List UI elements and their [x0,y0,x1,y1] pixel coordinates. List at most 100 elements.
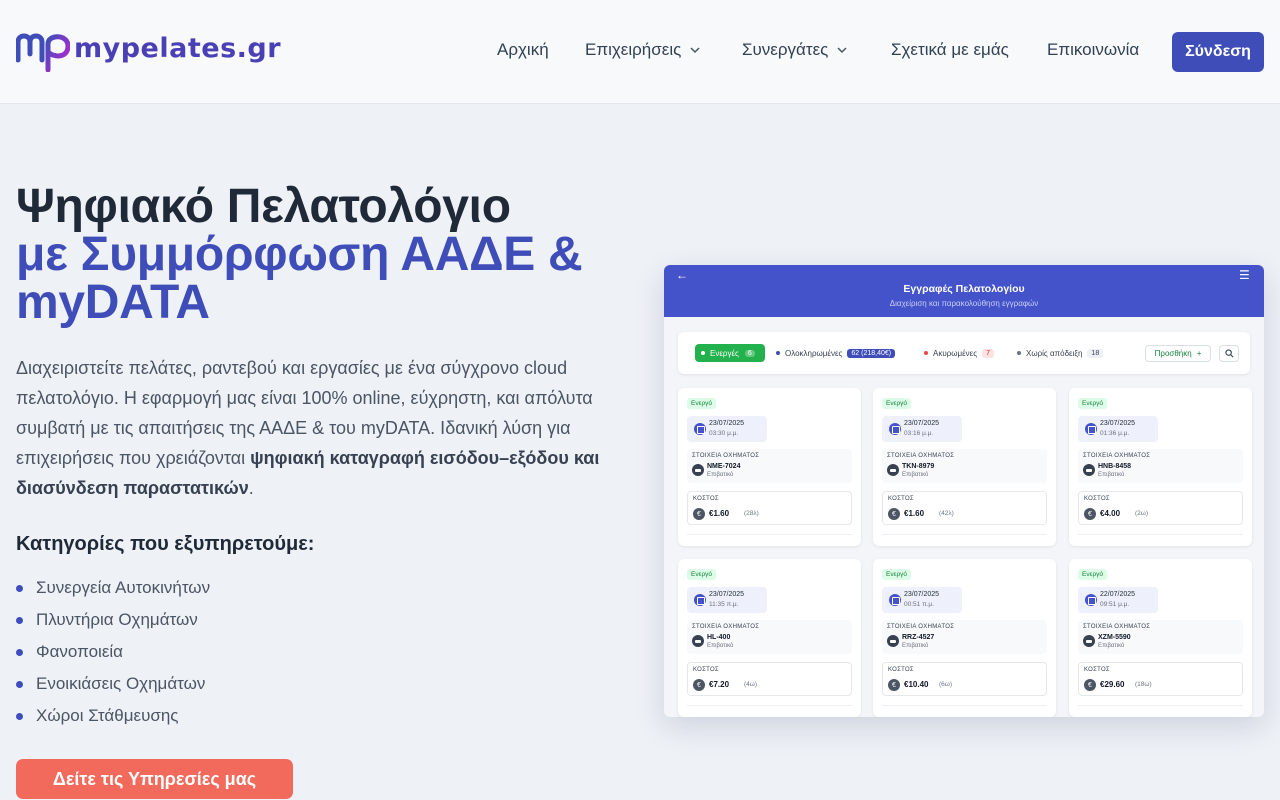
category-label: Ενοικιάσεις Οχημάτων [36,674,206,693]
logo-mark-icon [16,33,70,72]
site-logo[interactable]: mypelates.gr [16,30,281,72]
category-item: Φανοποιεία [16,636,210,668]
plate-number: RRZ-4527 [902,634,935,641]
vehicle-type: Επιβατικό [902,472,929,478]
dot-icon [924,351,928,355]
calendar-icon [1085,594,1097,606]
vehicle-type: Επιβατικό [902,643,929,649]
vehicle-info: ΣΤΟΙΧΕΙΑ ΟΧΗΜΑΤΟΣ HL-400 Επιβατικό [687,620,852,654]
car-icon [1083,464,1095,476]
filter-tab-completed: Ολοκληρωμένες 62 (218,40€) [776,344,896,362]
vehicle-info: ΣΤΟΙΧΕΙΑ ΟΧΗΜΑΤΟΣ XZM-5590 Επιβατικό [1078,620,1243,654]
nav-item-label: Αρχική [497,40,549,59]
record-card: Ενεργό 23/07/2025 03:16 μ.μ. ΣΤΟΙΧΕΙΑ ΟΧΗ… [873,388,1056,546]
mockup-header: ← Εγγραφές Πελατολογίου Διαχείριση και π… [664,265,1264,317]
record-card: Ενεργό 23/07/2025 01:36 μ.μ. ΣΤΟΙΧΕΙΑ ΟΧΗ… [1069,388,1252,546]
nav-item-label: Επιχειρήσεις [585,40,682,59]
date-text: 23/07/2025 [904,591,940,598]
nav-item-contact[interactable]: Επικοινωνία [1047,40,1139,60]
filter-label: Χωρίς απόδειξη [1026,348,1083,358]
dot-icon [776,351,780,355]
plate-number: NME-7024 [707,463,741,470]
euro-icon: € [1084,508,1096,520]
nav-item-businesses[interactable]: Επιχειρήσεις [585,40,701,60]
vehicle-heading: ΣΤΟΙΧΕΙΑ ΟΧΗΜΑΤΟΣ [692,624,760,630]
euro-icon: € [693,508,705,520]
bullet-icon [16,584,23,592]
cost-amount: €1.60 [709,509,730,518]
nav-item-partners[interactable]: Συνεργάτες [742,40,848,60]
plate-number: XZM-5590 [1098,634,1131,641]
status-badge: Ενεργό [882,569,912,580]
category-item: Ενοικιάσεις Οχημάτων [16,668,210,700]
vehicle-info: ΣΤΟΙΧΕΙΑ ΟΧΗΜΑΤΟΣ HNB-8458 Επιβατικό [1078,449,1243,483]
calendar-icon [1085,423,1097,435]
divider [882,705,1047,706]
calendar-icon [694,594,706,606]
vehicle-heading: ΣΤΟΙΧΕΙΑ ΟΧΗΜΑΤΟΣ [1083,453,1151,459]
vehicle-type: Επιβατικό [707,472,734,478]
car-icon [887,464,899,476]
services-cta-button[interactable]: Δείτε τις Υπηρεσίες μας [16,759,293,799]
vehicle-heading: ΣΤΟΙΧΕΙΑ ΟΧΗΜΑΤΟΣ [887,624,955,630]
date-text: 23/07/2025 [1100,420,1136,427]
euro-icon: € [1084,679,1096,691]
duration-text: (28λ) [744,510,759,517]
record-date: 23/07/2025 00:51 π.μ. [882,587,962,613]
car-icon [887,635,899,647]
category-item: Πλυντήρια Οχημάτων [16,604,210,636]
nav-item-about[interactable]: Σχετικά με εμάς [891,40,1009,60]
divider [882,534,1047,535]
filter-label: Ολοκληρωμένες [785,348,843,358]
mockup-subtitle: Διαχείριση και παρακολούθηση εγγραφών [889,299,1039,308]
cost-info: ΚΟΣΤΟΣ € €4.00 (2ω) [1078,491,1243,525]
nav-item-label: Σχετικά με εμάς [891,40,1009,59]
cost-info: ΚΟΣΤΟΣ € €10.40 (6ω) [882,662,1047,696]
category-item: Συνεργεία Αυτοκινήτων [16,572,210,604]
filter-tab-active: Ενεργές 6 [695,344,765,362]
add-record-button: Προσθήκη + [1145,345,1211,362]
plate-number: TKN-8979 [902,463,935,470]
nav-item-home[interactable]: Αρχική [497,40,549,60]
nav-item-label: Συνεργάτες [742,40,829,59]
filter-count: 18 [1087,348,1104,358]
time-text: 09:51 μ.μ. [1100,601,1130,608]
record-date: 23/07/2025 03:16 μ.μ. [882,416,962,442]
filter-bar: Ενεργές 6 Ολοκληρωμένες 62 (218,40€) Ακυ… [678,332,1250,374]
cost-heading: ΚΟΣΤΟΣ [888,667,914,673]
bullet-icon [16,712,23,720]
search-button [1219,345,1239,362]
site-header: mypelates.gr Αρχική Επιχειρήσεις Συνεργά… [0,0,1280,104]
login-button[interactable]: Σύνδεση [1172,32,1264,72]
cost-heading: ΚΟΣΤΟΣ [693,667,719,673]
cost-amount: €4.00 [1100,509,1121,518]
vehicle-heading: ΣΤΟΙΧΕΙΑ ΟΧΗΜΑΤΟΣ [692,453,760,459]
record-date: 23/07/2025 01:36 μ.μ. [1078,416,1158,442]
record-card: Ενεργό 23/07/2025 03:30 μ.μ. ΣΤΟΙΧΕΙΑ ΟΧΗ… [678,388,861,546]
categories-list: Συνεργεία Αυτοκινήτων Πλυντήρια Οχημάτων… [16,572,210,732]
record-date: 23/07/2025 03:30 μ.μ. [687,416,767,442]
dot-icon [701,351,705,355]
divider [1078,705,1243,706]
vehicle-info: ΣΤΟΙΧΕΙΑ ΟΧΗΜΑΤΟΣ RRZ-4527 Επιβατικό [882,620,1047,654]
plus-icon: + [1196,349,1202,358]
hero-description-end: . [248,478,254,498]
plate-number: HL-400 [707,634,731,641]
cost-amount: €1.60 [904,509,925,518]
search-icon [1224,349,1233,358]
time-text: 11:35 π.μ. [709,601,739,608]
cost-heading: ΚΟΣΤΟΣ [888,496,914,502]
record-date: 22/07/2025 09:51 μ.μ. [1078,587,1158,613]
status-badge: Ενεργό [1078,398,1108,409]
cost-info: ΚΟΣΤΟΣ € €7.20 (4ω) [687,662,852,696]
hero-title: Ψηφιακό Πελατολόγιο με Συμμόρφωση ΑΑΔΕ &… [16,183,636,327]
euro-icon: € [888,679,900,691]
category-label: Χώροι Στάθμευσης [36,706,179,725]
hero-title-accent: με Συμμόρφωση ΑΑΔΕ & myDATA [16,228,583,329]
date-text: 23/07/2025 [709,591,745,598]
vehicle-info: ΣΤΟΙΧΕΙΑ ΟΧΗΜΑΤΟΣ NME-7024 Επιβατικό [687,449,852,483]
time-text: 03:16 μ.μ. [904,430,934,437]
logo-text: mypelates.gr [74,32,282,64]
add-label: Προσθήκη [1154,349,1192,358]
hero-description: Διαχειριστείτε πελάτες, ραντεβού και εργ… [16,353,626,503]
